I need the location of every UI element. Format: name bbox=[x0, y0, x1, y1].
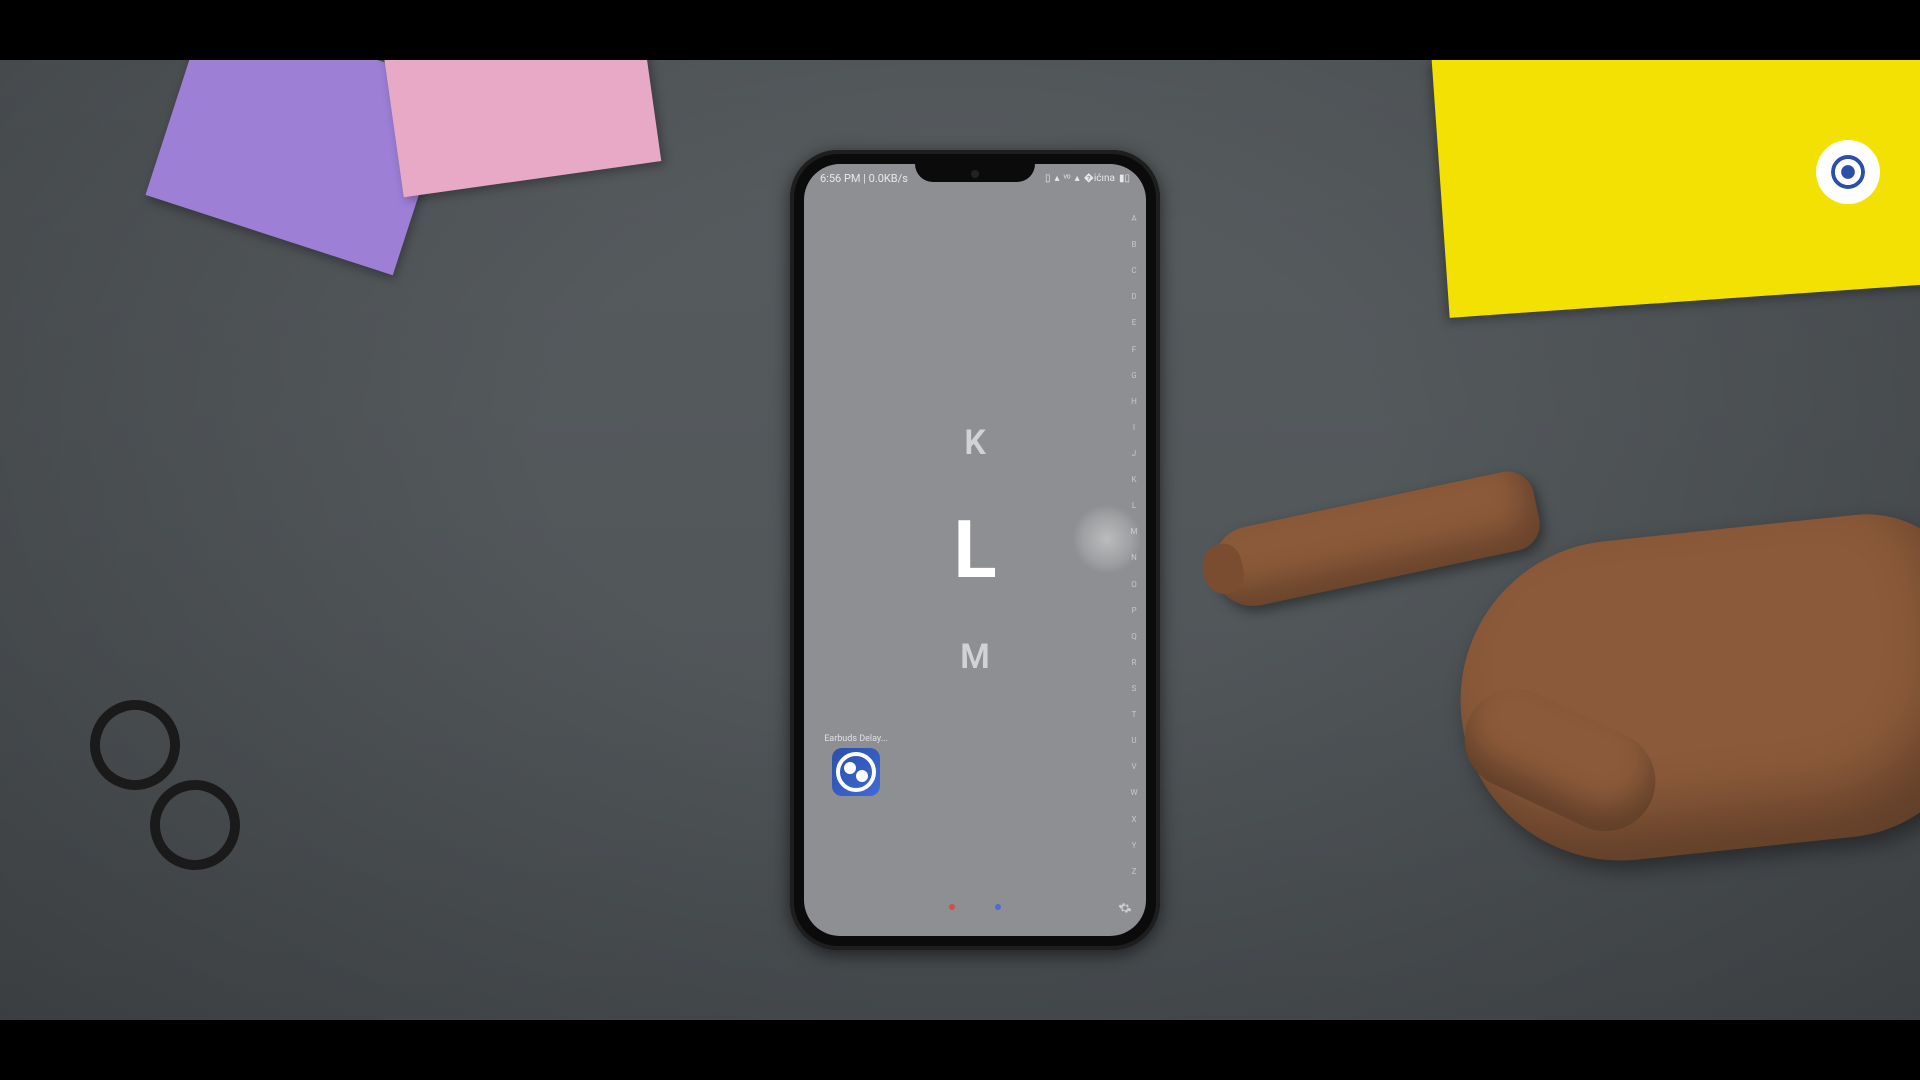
desk-scene: 6:56 PM | 0.0KB/s ▯ ▴ ᵛᵒ ▴ �ićına ▮▯ K L… bbox=[0, 60, 1920, 1020]
alpha-index-letter[interactable]: A bbox=[1127, 214, 1141, 223]
status-right: ▯ ▴ ᵛᵒ ▴ �ićına ▮▯ bbox=[1045, 173, 1130, 184]
alpha-index-letter[interactable]: G bbox=[1127, 371, 1141, 380]
sim-icon: ▯ bbox=[1045, 173, 1051, 184]
signal-icon: ▴ bbox=[1055, 173, 1060, 184]
signal-icon-2: ▴ bbox=[1075, 173, 1080, 184]
letterbox-top bbox=[0, 0, 1920, 60]
wifi-icon: �ićına bbox=[1084, 173, 1115, 184]
earbuds-delay-icon[interactable] bbox=[832, 748, 880, 796]
alpha-index-letter[interactable]: H bbox=[1127, 397, 1141, 406]
alpha-index-letter[interactable]: D bbox=[1127, 292, 1141, 301]
status-netspeed: 0.0KB/s bbox=[869, 172, 908, 185]
channel-logo bbox=[1816, 140, 1880, 204]
hand-index-finger bbox=[1205, 467, 1544, 614]
status-time: 6:56 PM bbox=[820, 172, 860, 185]
alpha-index-letter[interactable]: E bbox=[1127, 318, 1141, 327]
phone-screen[interactable]: 6:56 PM | 0.0KB/s ▯ ▴ ᵛᵒ ▴ �ićına ▮▯ K L… bbox=[804, 164, 1146, 936]
alpha-next-letter: M bbox=[960, 637, 990, 677]
alpha-prev-letter: K bbox=[964, 423, 986, 463]
battery-icon: ▮▯ bbox=[1119, 173, 1130, 184]
alpha-index-letter[interactable]: B bbox=[1127, 240, 1141, 249]
alpha-current-letter: L bbox=[953, 503, 996, 597]
volte-icon: ᵛᵒ bbox=[1064, 173, 1071, 184]
phone-frame: 6:56 PM | 0.0KB/s ▯ ▴ ᵛᵒ ▴ �ićına ▮▯ K L… bbox=[790, 150, 1160, 950]
page-dot-1[interactable] bbox=[949, 904, 955, 910]
prop-paper-pink bbox=[379, 60, 662, 197]
prop-earbuds bbox=[30, 670, 270, 910]
alpha-index-letter[interactable]: F bbox=[1127, 345, 1141, 354]
letterbox-bottom bbox=[0, 1020, 1920, 1080]
app-item[interactable]: Earbuds Delay... bbox=[826, 734, 886, 796]
page-indicator[interactable] bbox=[804, 904, 1146, 910]
app-label: Earbuds Delay... bbox=[824, 734, 888, 744]
alpha-index-letter[interactable]: C bbox=[1127, 266, 1141, 275]
page-dot-2[interactable] bbox=[995, 904, 1001, 910]
phone-notch bbox=[915, 164, 1035, 182]
status-left: 6:56 PM | 0.0KB/s bbox=[820, 172, 908, 185]
hand bbox=[1120, 420, 1920, 920]
